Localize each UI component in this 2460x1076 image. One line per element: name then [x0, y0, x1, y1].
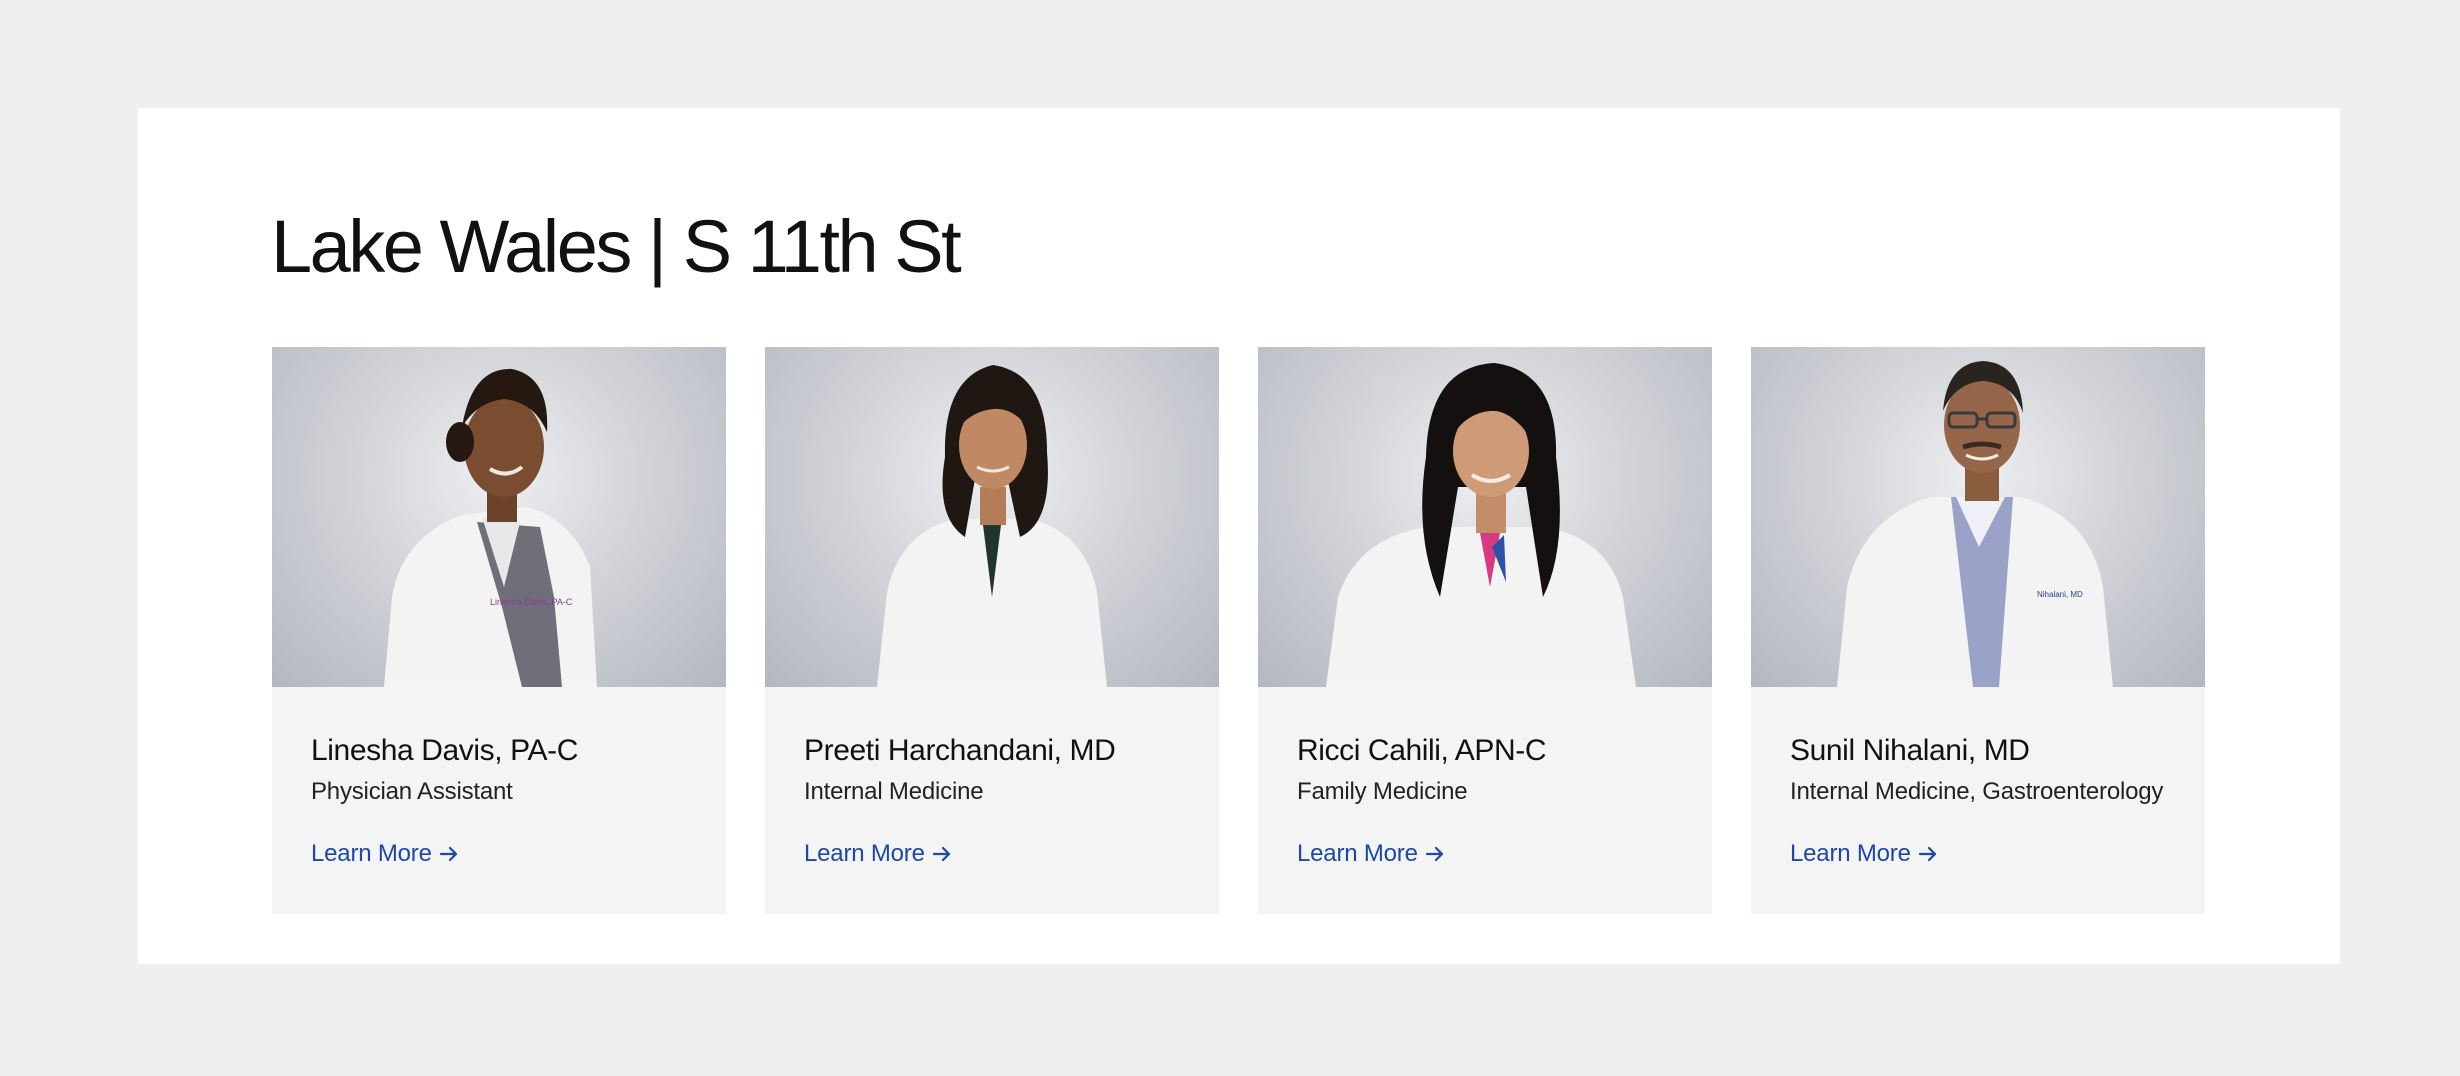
learn-more-link[interactable]: Learn More — [1297, 839, 1446, 869]
provider-specialty: Internal Medicine, Gastroenterology — [1790, 778, 2164, 805]
learn-more-link[interactable]: Learn More — [311, 839, 460, 869]
provider-specialty: Internal Medicine — [804, 778, 984, 805]
provider-name: Linesha Davis, PA-C — [311, 734, 578, 767]
location-title: Lake Wales | S 11th St — [271, 205, 962, 288]
provider-card: Linesha Davis, PA-C Linesha Davis, PA-C … — [272, 347, 726, 914]
svg-text:Linesha Davis, PA-C: Linesha Davis, PA-C — [490, 597, 573, 607]
learn-more-label: Learn More — [311, 840, 432, 867]
arrow-right-icon — [1917, 843, 1939, 865]
arrow-right-icon — [931, 843, 953, 865]
arrow-right-icon — [438, 843, 460, 865]
providers-panel: Lake Wales | S 11th St Linesha Davis, PA… — [138, 108, 2340, 964]
provider-card: Preeti Harchandani, MD Internal Medicine… — [765, 347, 1219, 914]
provider-photo[interactable]: Linesha Davis, PA-C — [272, 347, 726, 687]
provider-name: Sunil Nihalani, MD — [1790, 734, 2030, 767]
provider-cards: Linesha Davis, PA-C Linesha Davis, PA-C … — [272, 347, 2207, 914]
learn-more-label: Learn More — [804, 840, 925, 867]
provider-photo[interactable]: Nihalani, MD — [1751, 347, 2205, 687]
learn-more-label: Learn More — [1297, 840, 1418, 867]
provider-specialty: Family Medicine — [1297, 778, 1468, 805]
svg-text:Nihalani, MD: Nihalani, MD — [2037, 590, 2083, 599]
arrow-right-icon — [1424, 843, 1446, 865]
learn-more-label: Learn More — [1790, 840, 1911, 867]
learn-more-link[interactable]: Learn More — [804, 839, 953, 869]
provider-photo[interactable] — [765, 347, 1219, 687]
provider-card: Ricci Cahili, APN-C Family Medicine Lear… — [1258, 347, 1712, 914]
learn-more-link[interactable]: Learn More — [1790, 839, 1939, 869]
provider-specialty: Physician Assistant — [311, 778, 513, 805]
provider-name: Preeti Harchandani, MD — [804, 734, 1116, 767]
provider-name: Ricci Cahili, APN-C — [1297, 734, 1547, 767]
provider-photo[interactable] — [1258, 347, 1712, 687]
provider-card: Nihalani, MD Sunil Nihalani, MD Internal… — [1751, 347, 2205, 914]
